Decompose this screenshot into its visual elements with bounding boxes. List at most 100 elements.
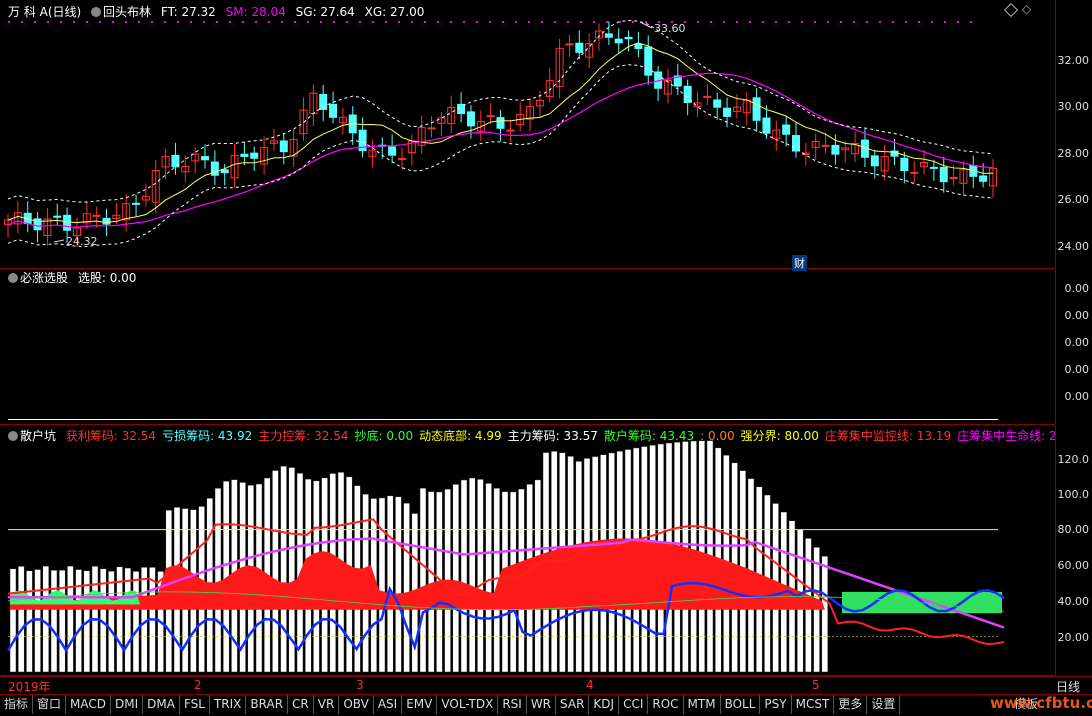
- tab-7[interactable]: BRAR: [246, 695, 289, 714]
- candle-down: [279, 140, 288, 153]
- signal-dot: [372, 21, 374, 23]
- candle-down: [634, 43, 643, 50]
- signal-dot: [138, 21, 140, 23]
- signal-dot: [567, 21, 569, 23]
- tab-1[interactable]: 窗口: [33, 695, 67, 714]
- candle-down: [929, 166, 938, 169]
- signal-dot: [190, 21, 192, 23]
- candle-down: [63, 214, 72, 231]
- panel2-name[interactable]: 必涨选股: [20, 271, 68, 285]
- signal-dot: [827, 21, 829, 23]
- signal-dot: [736, 21, 738, 23]
- signal-dot: [125, 21, 127, 23]
- signal-dot: [320, 21, 322, 23]
- candle-up: [427, 127, 436, 130]
- signal-dot: [333, 21, 335, 23]
- indicator-settings-icon[interactable]: [8, 273, 18, 283]
- tab-12[interactable]: EMV: [402, 695, 438, 714]
- tab-6[interactable]: TRIX: [210, 695, 247, 714]
- white-bar: [214, 487, 222, 673]
- tab-23[interactable]: MCST: [792, 695, 835, 714]
- tab-18[interactable]: CCI: [619, 695, 649, 714]
- tab-0[interactable]: 指标: [0, 695, 34, 714]
- candle-down: [979, 175, 988, 182]
- date-axis: 2019年 2 3 4 5 日线: [0, 676, 1092, 694]
- signal-dot: [762, 21, 764, 23]
- tab-20[interactable]: MTM: [684, 695, 721, 714]
- signal-dot: [749, 21, 751, 23]
- signal-dot: [931, 21, 933, 23]
- signal-dot: [840, 21, 842, 23]
- signal-dot: [112, 21, 114, 23]
- tab-25[interactable]: 设置: [867, 695, 901, 714]
- tab-22[interactable]: PSY: [760, 695, 792, 714]
- y-tick: 0.00: [1064, 282, 1090, 295]
- tab-2[interactable]: MACD: [66, 695, 112, 714]
- candle-down: [496, 117, 505, 129]
- high-price-label: 33.60: [654, 22, 686, 35]
- panel3-y-axis: 120.0 100.0 80.00 60.00 40.00 20.00: [1055, 425, 1092, 675]
- signal-dot: [801, 21, 803, 23]
- y-tick: 32.00: [1057, 54, 1090, 67]
- signal-dot: [788, 21, 790, 23]
- signal-dot: [710, 21, 712, 23]
- white-bar: [67, 565, 74, 673]
- candle-down: [132, 202, 141, 205]
- white-bar: [140, 567, 148, 673]
- signal-dot: [645, 21, 647, 23]
- watermark: www.cfbtu.com: [990, 694, 1092, 712]
- signal-dot: [606, 21, 608, 23]
- signal-dot: [73, 21, 75, 23]
- candle-down: [614, 38, 623, 44]
- stock-select-panel[interactable]: 必涨选股 选股: 0.00: [0, 269, 1055, 425]
- tab-10[interactable]: OBV: [339, 695, 374, 714]
- tab-19[interactable]: ROC: [648, 695, 684, 714]
- y-tick: 40.00: [1057, 595, 1090, 608]
- white-bar: [477, 479, 484, 673]
- main-y-axis: 32.00 30.00 28.00 26.00 24.00: [1055, 0, 1092, 268]
- candlestick-chart[interactable]: [0, 0, 1055, 268]
- tab-24[interactable]: 更多: [834, 695, 868, 714]
- signal-dot: [554, 21, 556, 23]
- y-tick: 30.00: [1057, 100, 1090, 113]
- retail-pit-chart[interactable]: [0, 425, 1055, 675]
- candle-down: [782, 124, 791, 135]
- panel2-y-axis: 0.00 0.00 0.00 0.00 0.00: [1055, 269, 1092, 424]
- tab-17[interactable]: KDJ: [589, 695, 620, 714]
- signal-dot: [853, 21, 855, 23]
- tab-11[interactable]: ASI: [374, 695, 403, 714]
- white-bar: [17, 566, 25, 673]
- tab-13[interactable]: VOL-TDX: [437, 695, 499, 714]
- signal-dot: [463, 21, 465, 23]
- white-bar: [124, 567, 132, 673]
- signal-dot: [216, 21, 218, 23]
- y-tick: 60.00: [1057, 559, 1090, 572]
- tab-14[interactable]: RSI: [498, 695, 527, 714]
- candle-up: [821, 144, 830, 147]
- white-bar: [42, 565, 50, 673]
- signal-dot: [203, 21, 205, 23]
- tab-3[interactable]: DMI: [111, 695, 144, 714]
- white-bar: [378, 497, 386, 673]
- white-bar: [419, 487, 427, 673]
- tab-15[interactable]: WR: [527, 695, 557, 714]
- tab-4[interactable]: DMA: [143, 695, 180, 714]
- tab-16[interactable]: SAR: [556, 695, 590, 714]
- y-tick: 26.00: [1057, 193, 1090, 206]
- tab-8[interactable]: CR: [288, 695, 314, 714]
- period-label[interactable]: 日线: [1056, 678, 1080, 695]
- signal-dot: [866, 21, 868, 23]
- tab-21[interactable]: BOLL: [721, 695, 761, 714]
- signal-dot: [307, 21, 309, 23]
- white-bar: [50, 569, 58, 673]
- white-bar: [452, 484, 460, 673]
- signal-dot: [918, 21, 920, 23]
- tab-5[interactable]: FSL: [180, 695, 210, 714]
- signal-dot: [268, 21, 270, 23]
- y-tick: 0.00: [1064, 336, 1090, 349]
- white-bar: [427, 491, 435, 673]
- tab-9[interactable]: VR: [314, 695, 340, 714]
- panel2-header: 必涨选股 选股: 0.00: [8, 269, 142, 287]
- y-tick: 0.00: [1064, 363, 1090, 376]
- signal-dot: [60, 21, 62, 23]
